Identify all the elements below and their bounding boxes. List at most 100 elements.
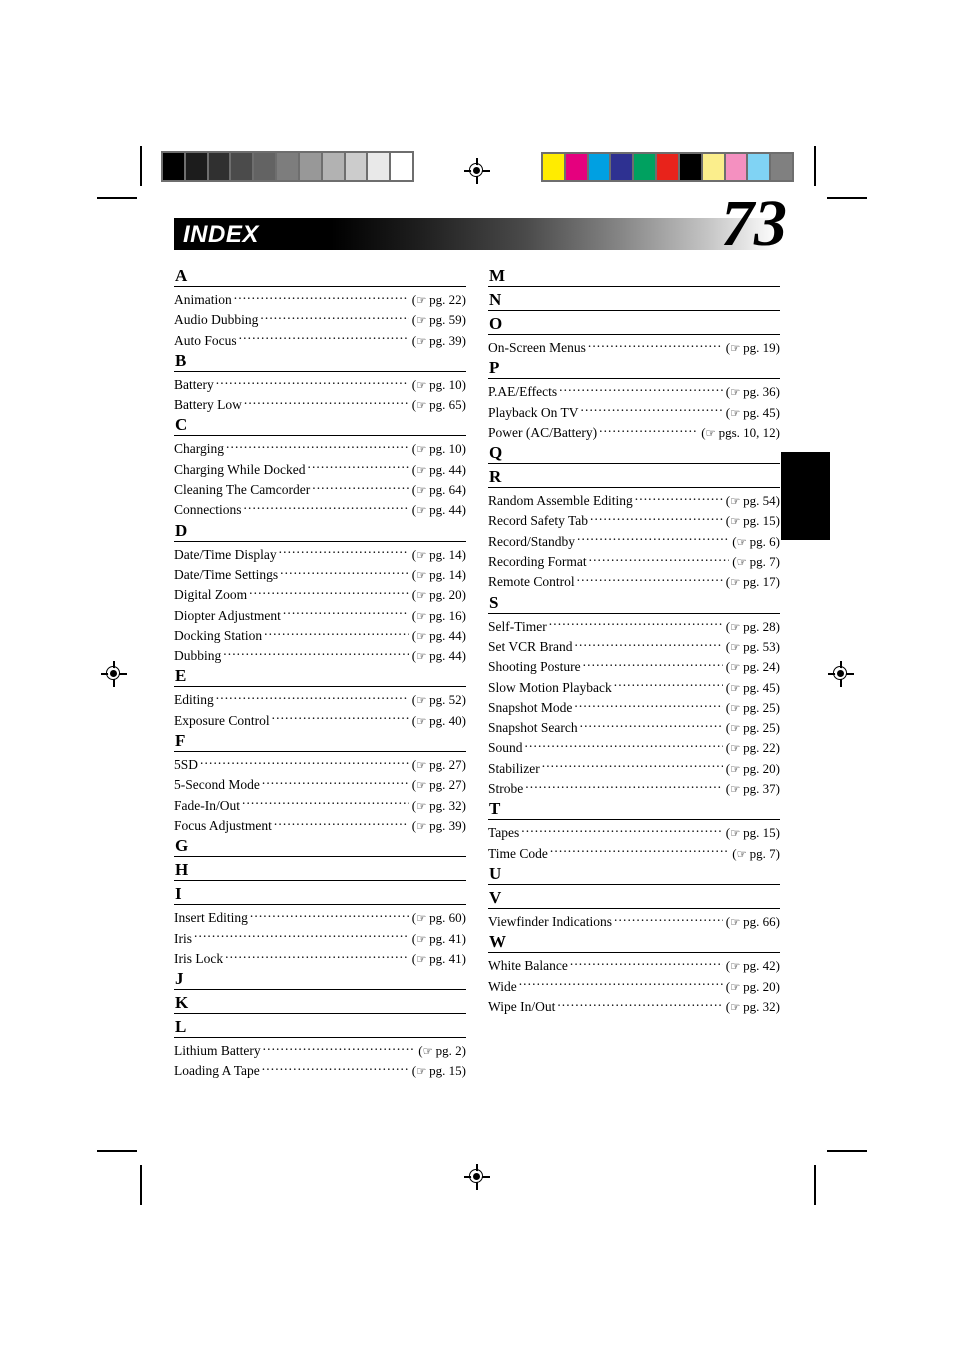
index-entry[interactable]: Battery (☞ pg. 10): [174, 375, 466, 395]
index-entry[interactable]: Wipe In/Out (☞ pg. 32): [488, 997, 780, 1017]
index-letter-heading: A: [175, 266, 188, 285]
reference-page-text: pg. 2: [432, 1043, 462, 1059]
index-entry-label: Iris: [174, 930, 192, 946]
index-entry[interactable]: Playback On TV (☞ pg. 45): [488, 403, 780, 423]
index-entry[interactable]: Stabilizer (☞ pg. 20): [488, 759, 780, 779]
index-letter-section: U: [488, 864, 780, 885]
index-entry[interactable]: Tapes (☞ pg. 15): [488, 823, 780, 843]
index-entry-page-reference: (☞ pg. 39): [409, 816, 466, 836]
index-entry[interactable]: On-Screen Menus (☞ pg. 19): [488, 338, 780, 358]
index-entry-label: On-Screen Menus: [488, 340, 586, 355]
index-entry[interactable]: Connections (☞ pg. 44): [174, 500, 466, 520]
reference-close-paren: ): [461, 607, 466, 623]
index-entry[interactable]: Sound (☞ pg. 22): [488, 738, 780, 758]
index-entry[interactable]: Exposure Control (☞ pg. 40): [174, 711, 466, 731]
reference-close-paren: ): [775, 554, 780, 570]
crop-mark-top-left-vertical: [140, 146, 142, 186]
index-entry[interactable]: Fade-In/Out (☞ pg. 32): [174, 796, 466, 816]
calibration-swatch: [588, 154, 610, 180]
index-entry-page-reference: (☞ pg. 52): [409, 690, 466, 710]
reference-close-paren: ): [461, 950, 466, 966]
registration-mark-bottom: [464, 1164, 490, 1190]
index-entry[interactable]: Iris (☞ pg. 41): [174, 929, 466, 949]
index-entry[interactable]: Focus Adjustment (☞ pg. 39): [174, 816, 466, 836]
index-entry[interactable]: 5SD (☞ pg. 27): [174, 755, 466, 775]
index-entry[interactable]: Insert Editing (☞ pg. 60): [174, 908, 466, 928]
index-entry[interactable]: Slow Motion Playback (☞ pg. 45): [488, 678, 780, 698]
reference-close-paren: ): [775, 340, 780, 355]
index-entry-label: Charging: [174, 441, 224, 457]
index-entry-page-reference: (☞ pg. 22): [723, 738, 780, 758]
index-entry[interactable]: 5-Second Mode (☞ pg. 27): [174, 775, 466, 795]
index-letter-section: F5SD(☞ pg. 27)5-Second Mode(☞ pg. 27)Fad…: [174, 731, 466, 836]
index-entry[interactable]: Recording Format (☞ pg. 7): [488, 552, 780, 572]
index-entry[interactable]: Set VCR Brand (☞ pg. 53): [488, 637, 780, 657]
index-entry[interactable]: Random Assemble Editing (☞ pg. 54): [488, 491, 780, 511]
index-entry[interactable]: White Balance (☞ pg. 42): [488, 956, 780, 976]
calibration-swatch: [771, 154, 792, 180]
index-entry[interactable]: Snapshot Search (☞ pg. 25): [488, 718, 780, 738]
pointing-hand-icon: ☞: [416, 503, 426, 518]
index-entry[interactable]: Battery Low (☞ pg. 65): [174, 395, 466, 415]
index-entry[interactable]: Shooting Posture (☞ pg. 24): [488, 657, 780, 677]
index-entry-label: Insert Editing: [174, 910, 248, 926]
index-entry[interactable]: Cleaning The Camcorder (☞ pg. 64): [174, 480, 466, 500]
reference-close-paren: ): [461, 692, 466, 708]
index-entry[interactable]: Record/Standby (☞ pg. 6): [488, 532, 780, 552]
index-letter-section: N: [488, 290, 780, 311]
index-entry[interactable]: Dubbing (☞ pg. 44): [174, 646, 466, 666]
index-entry[interactable]: Charging While Docked (☞ pg. 44): [174, 460, 466, 480]
index-entry[interactable]: Date/Time Settings (☞ pg. 14): [174, 565, 466, 585]
index-entry[interactable]: Loading A Tape (☞ pg. 15): [174, 1061, 466, 1081]
calibration-swatch: [657, 154, 678, 180]
index-letter-section: V Viewfinder Indications (☞ pg. 66): [488, 888, 780, 932]
index-letter-rule: [174, 751, 466, 753]
index-entry[interactable]: Diopter Adjustment (☞ pg. 16): [174, 606, 466, 626]
index-entry-leader-dots: [590, 512, 723, 525]
index-entry-leader-dots: [557, 998, 722, 1011]
index-letter-section: P P.AE/Effects (☞ pg. 36) Playback On TV (☞ …: [488, 358, 780, 443]
index-entry[interactable]: Auto Focus (☞ pg. 39): [174, 331, 466, 351]
index-entry-leader-dots: [225, 950, 409, 963]
index-entry[interactable]: Digital Zoom (☞ pg. 20): [174, 585, 466, 605]
index-entry-leader-dots: [525, 780, 723, 793]
index-entry[interactable]: Editing (☞ pg. 52): [174, 690, 466, 710]
index-entry[interactable]: Power (AC/Battery) (☞ pgs. 10, 12): [488, 423, 780, 443]
index-entry[interactable]: Charging (☞ pg. 10): [174, 439, 466, 459]
reference-page-text: pg. 6: [746, 533, 776, 549]
reference-page-text: pg. 44: [425, 648, 462, 664]
index-entry[interactable]: Self-Timer (☞ pg. 28): [488, 617, 780, 637]
index-entry-label: Charging While Docked: [174, 461, 306, 477]
index-entry-label: Set VCR Brand: [488, 638, 573, 654]
index-letter-heading: J: [175, 969, 184, 989]
index-entry[interactable]: Docking Station (☞ pg. 44): [174, 626, 466, 646]
index-entry[interactable]: Wide (☞ pg. 20): [488, 977, 780, 997]
reference-page-text: pg. 39: [425, 817, 462, 833]
page-thumb-tab: [781, 452, 830, 540]
index-entry[interactable]: Audio Dubbing (☞ pg. 59): [174, 310, 466, 330]
index-entry-page-reference: (☞ pg. 37): [723, 779, 780, 799]
index-entry[interactable]: Lithium Battery (☞ pg. 2): [174, 1041, 466, 1061]
pointing-hand-icon: ☞: [730, 826, 740, 841]
index-entry[interactable]: Strobe (☞ pg. 37): [488, 779, 780, 799]
reference-close-paren: ): [461, 1063, 466, 1079]
index-entry-label: Stabilizer: [488, 760, 540, 776]
index-entry[interactable]: Iris Lock (☞ pg. 41): [174, 949, 466, 969]
index-entry[interactable]: Record Safety Tab (☞ pg. 15): [488, 511, 780, 531]
crop-mark-bottom-left-horizontal: [97, 1150, 137, 1152]
index-entry-leader-dots: [264, 627, 409, 640]
index-entry[interactable]: P.AE/Effects (☞ pg. 36): [488, 382, 780, 402]
reference-page-text: pg. 7: [746, 845, 776, 861]
reference-close-paren: ): [461, 648, 466, 664]
index-letter-rule: [174, 856, 466, 858]
reference-page-text: pg. 24: [739, 659, 776, 675]
index-entry[interactable]: Viewfinder Indications (☞ pg. 66): [488, 912, 780, 932]
index-entry-label: Viewfinder Indications: [488, 913, 613, 929]
index-entry[interactable]: Remote Control (☞ pg. 17): [488, 572, 780, 592]
index-entry[interactable]: Date/Time Display (☞ pg. 14): [174, 545, 466, 565]
index-entry[interactable]: Animation (☞ pg. 22): [174, 290, 466, 310]
index-entry[interactable]: Time Code (☞ pg. 7): [488, 844, 780, 864]
index-entry[interactable]: Snapshot Mode (☞ pg. 25): [488, 698, 780, 718]
index-entry-label: Wide: [488, 978, 517, 994]
index-entry-leader-dots: [525, 739, 723, 752]
